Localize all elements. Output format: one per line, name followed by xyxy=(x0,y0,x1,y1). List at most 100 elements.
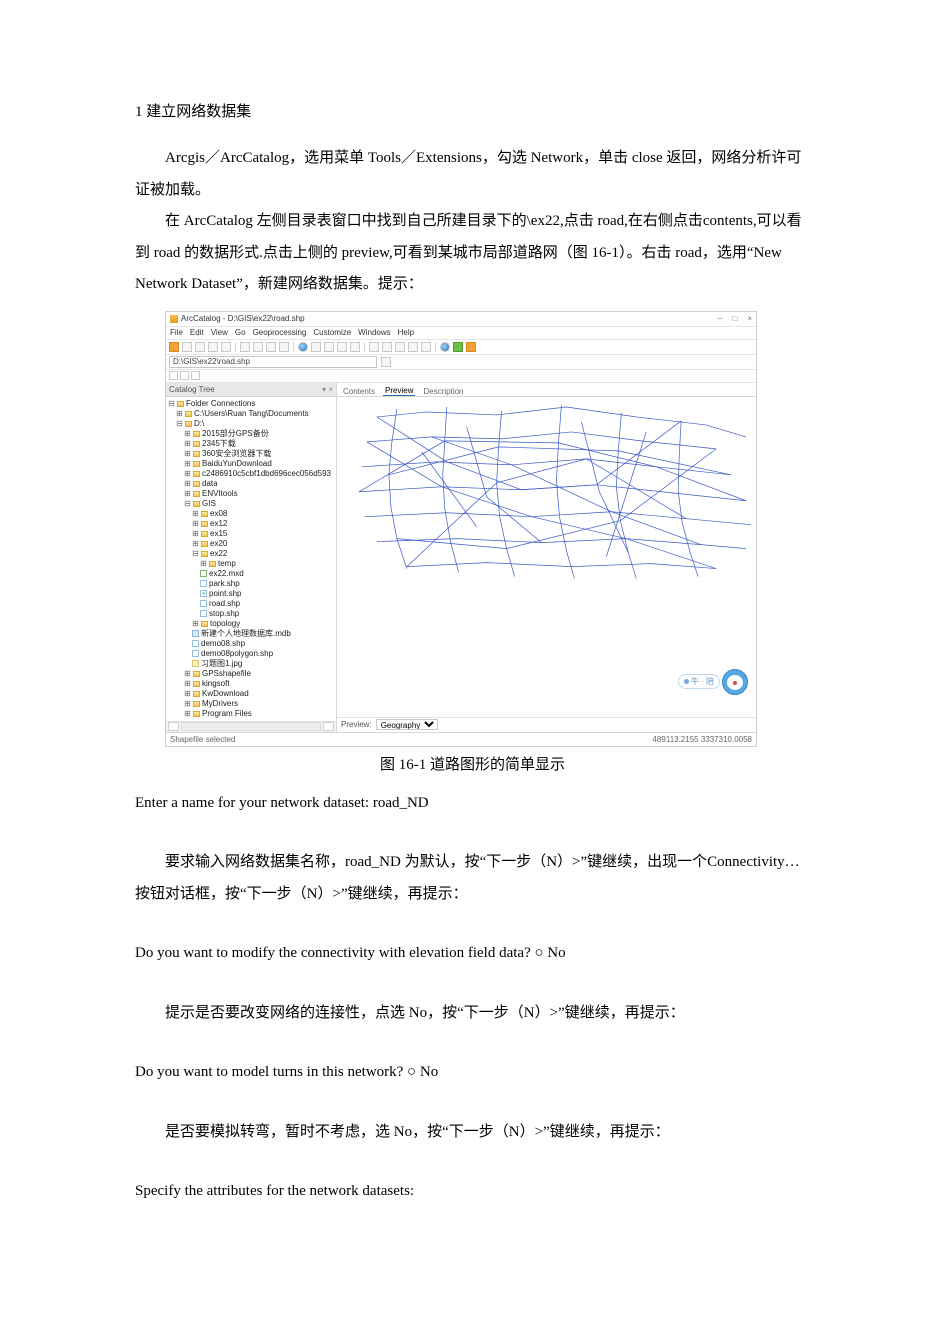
scroll-track[interactable] xyxy=(181,722,321,731)
menu-view[interactable]: View xyxy=(211,328,228,337)
preview-footer: Preview: Geography xyxy=(337,717,756,732)
toolbar-icon[interactable] xyxy=(382,342,392,352)
tree-item[interactable]: temp xyxy=(218,559,236,569)
tree-item[interactable]: topology xyxy=(210,619,240,629)
tree-item[interactable]: 新建个人地理数据库.mdb xyxy=(201,629,291,639)
main-toolbar[interactable] xyxy=(166,340,756,355)
toolbar-separator xyxy=(364,342,365,352)
toolbar-icon[interactable] xyxy=(453,342,463,352)
toolbar-icon[interactable] xyxy=(350,342,360,352)
toolbar-icon[interactable] xyxy=(191,371,200,380)
menu-geoprocessing[interactable]: Geoprocessing xyxy=(253,328,307,337)
minimize-icon[interactable]: – xyxy=(718,314,722,323)
maximize-icon[interactable]: □ xyxy=(732,314,737,323)
toolbar-icon[interactable] xyxy=(337,342,347,352)
close-icon[interactable]: × xyxy=(747,314,752,323)
toolbar-icon[interactable] xyxy=(395,342,405,352)
toolbar-icon[interactable] xyxy=(466,342,476,352)
scroll-right-icon[interactable] xyxy=(323,722,334,731)
menu-edit[interactable]: Edit xyxy=(190,328,204,337)
tab-contents[interactable]: Contents xyxy=(341,387,377,396)
mxd-icon xyxy=(200,570,207,577)
tree-item[interactable]: 2345下载 xyxy=(202,439,236,449)
toolbar-icon[interactable] xyxy=(221,342,231,352)
catalog-tree[interactable]: ⊟Folder Connections ⊞C:\Users\Ruan Tang\… xyxy=(166,397,336,721)
toolbar-icon[interactable] xyxy=(253,342,263,352)
tree-item[interactable]: GIS xyxy=(202,499,216,509)
secondary-toolbar[interactable] xyxy=(166,370,756,383)
menu-windows[interactable]: Windows xyxy=(358,328,390,337)
menu-go[interactable]: Go xyxy=(235,328,246,337)
menu-customize[interactable]: Customize xyxy=(313,328,351,337)
tree-item[interactable]: Program Files xyxy=(202,709,252,719)
prompt-3: Do you want to model turns in this netwo… xyxy=(135,1057,810,1089)
toolbar-icon[interactable] xyxy=(182,342,192,352)
tree-item[interactable]: GPSshapefile xyxy=(202,669,251,679)
toolbar-icon[interactable] xyxy=(324,342,334,352)
tree-item[interactable]: ENVItools xyxy=(202,489,238,499)
content-tabs[interactable]: Contents Preview Description xyxy=(337,383,756,397)
go-icon[interactable] xyxy=(381,357,391,367)
tree-item[interactable]: stop.shp xyxy=(209,609,239,619)
tree-item[interactable]: BaiduYunDownload xyxy=(202,459,272,469)
shapefile-icon xyxy=(192,640,199,647)
pin-icon[interactable]: ▾ × xyxy=(322,385,333,394)
toolbar-icon[interactable] xyxy=(369,342,379,352)
toolbar-icon[interactable] xyxy=(311,342,321,352)
toolbar-icon[interactable] xyxy=(169,342,179,352)
tree-item[interactable]: MyDrivers xyxy=(202,699,238,709)
tree-item[interactable]: 2015部分GPS备份 xyxy=(202,429,269,439)
tab-preview[interactable]: Preview xyxy=(383,386,415,396)
tab-description[interactable]: Description xyxy=(421,387,465,396)
toolbar-icon[interactable] xyxy=(169,371,178,380)
folder-icon xyxy=(193,481,200,487)
tree-item[interactable]: ex15 xyxy=(210,529,227,539)
scroll-left-icon[interactable] xyxy=(168,722,179,731)
watermark-bubble: 牛 · 陪 xyxy=(678,674,720,689)
tree-item[interactable]: demo08polygon.shp xyxy=(201,649,273,659)
toolbar-icon[interactable] xyxy=(408,342,418,352)
toolbar-icon[interactable] xyxy=(279,342,289,352)
tree-item[interactable]: KwDownload xyxy=(202,689,249,699)
tree-scrollbar[interactable] xyxy=(166,721,336,732)
tree-item[interactable]: Folder Connections xyxy=(186,399,255,409)
tree-item[interactable]: data xyxy=(202,479,218,489)
menu-help[interactable]: Help xyxy=(398,328,414,337)
tree-item[interactable]: c2486910c5cbf1dbd696cec056d593 xyxy=(202,469,331,479)
tree-item[interactable]: ex20 xyxy=(210,539,227,549)
document-page: 1 建立网络数据集 Arcgis／ArcCatalog，选用菜单 Tools／E… xyxy=(0,0,945,1268)
toolbar-separator xyxy=(293,342,294,352)
toolbar-separator xyxy=(235,342,236,352)
globe-icon[interactable] xyxy=(298,342,308,352)
tree-item[interactable]: 360安全浏览器下载 xyxy=(202,449,271,459)
tree-item[interactable]: ex22 xyxy=(210,549,227,559)
toolbar-icon[interactable] xyxy=(208,342,218,352)
tree-item[interactable]: D:\ xyxy=(194,419,204,429)
tree-item[interactable]: C:\Users\Ruan Tang\Documents xyxy=(194,409,309,419)
preview-type-select[interactable]: Geography xyxy=(376,719,438,730)
toolbar-icon[interactable] xyxy=(266,342,276,352)
tree-item[interactable]: 习题图1.jpg xyxy=(201,659,242,669)
menu-bar[interactable]: File Edit View Go Geoprocessing Customiz… xyxy=(166,327,756,340)
tree-item[interactable]: park.shp xyxy=(209,579,240,589)
folder-icon xyxy=(201,621,208,627)
tree-item[interactable]: kingsoft xyxy=(202,679,230,689)
window-titlebar: ArcCatalog - D:\GIS\ex22\road.shp – □ × xyxy=(166,312,756,327)
tree-item[interactable]: demo08.shp xyxy=(201,639,245,649)
address-input[interactable]: D:\GIS\ex22\road.shp xyxy=(169,356,377,368)
tree-item[interactable]: road.shp xyxy=(209,599,240,609)
status-bar: Shapefile selected 489113.2155 3337310.0… xyxy=(166,732,756,746)
section-heading: 1 建立网络数据集 xyxy=(135,100,810,121)
toolbar-icon[interactable] xyxy=(421,342,431,352)
toolbar-icon[interactable] xyxy=(240,342,250,352)
preview-canvas[interactable]: 牛 · 陪 xyxy=(337,397,756,717)
folder-icon xyxy=(201,521,208,527)
tree-item[interactable]: ex08 xyxy=(210,509,227,519)
toolbar-icon[interactable] xyxy=(195,342,205,352)
toolbar-icon[interactable] xyxy=(180,371,189,380)
globe-icon[interactable] xyxy=(440,342,450,352)
tree-item[interactable]: ex12 xyxy=(210,519,227,529)
tree-item[interactable]: point.shp xyxy=(209,589,241,599)
tree-item[interactable]: ex22.mxd xyxy=(209,569,244,579)
menu-file[interactable]: File xyxy=(170,328,183,337)
